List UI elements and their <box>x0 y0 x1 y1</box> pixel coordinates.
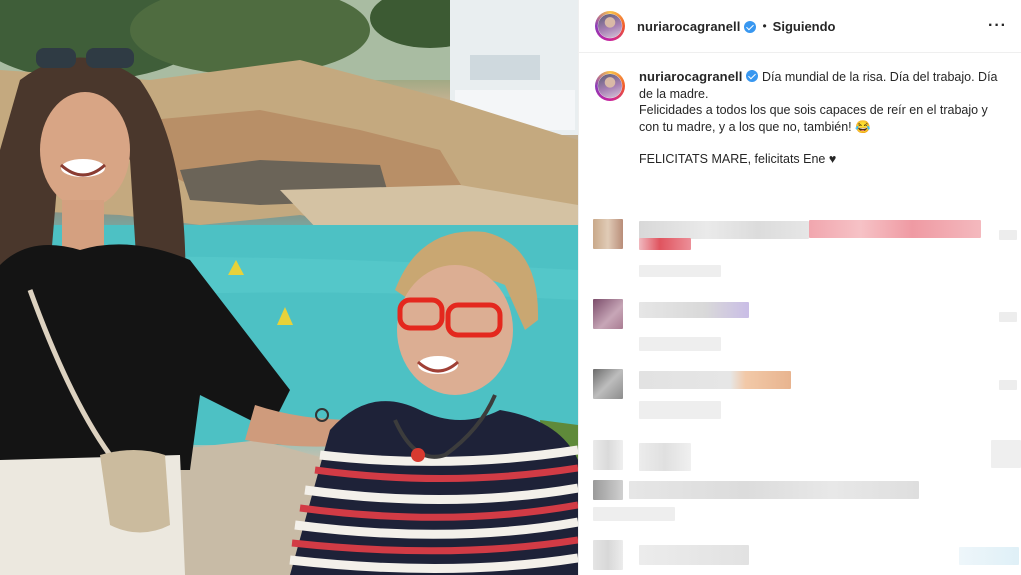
blurred-like-icon <box>991 440 1021 468</box>
post-sidebar: nuriarocagranell • Siguiendo ··· nuriaro… <box>578 0 1021 575</box>
blurred-avatar <box>593 299 623 329</box>
post-caption: nuriarocagranell Día mundial de la risa.… <box>579 53 1021 168</box>
separator-dot: • <box>762 19 767 33</box>
post-photo <box>0 0 578 575</box>
more-options-icon[interactable]: ··· <box>988 17 1007 35</box>
blurred-comment-text <box>639 371 791 389</box>
blurred-comment-text <box>639 238 691 250</box>
blurred-meta <box>593 507 675 521</box>
blurred-meta <box>639 265 721 277</box>
caption-text: nuriarocagranell Día mundial de la risa.… <box>639 69 1007 168</box>
blurred-comment-text <box>639 221 809 239</box>
blurred-comment-text <box>639 443 691 471</box>
blurred-avatar <box>593 219 623 249</box>
post-header: nuriarocagranell • Siguiendo ··· <box>579 0 1021 53</box>
blurred-comment-text <box>629 481 919 499</box>
blurred-avatar <box>593 369 623 399</box>
author-avatar[interactable] <box>595 11 625 41</box>
blurred-avatar <box>593 440 623 470</box>
author-username[interactable]: nuriarocagranell <box>637 19 740 34</box>
caption-username[interactable]: nuriarocagranell <box>639 69 742 84</box>
blurred-like-icon <box>999 380 1017 390</box>
blurred-comment-text <box>639 545 749 565</box>
caption-line-2: Felicidades a todos los que sois capaces… <box>639 103 988 134</box>
verified-badge-icon <box>744 21 757 33</box>
post-photo-illustration <box>0 0 578 575</box>
blurred-like-icon <box>999 312 1017 322</box>
caption-author-avatar[interactable] <box>595 71 625 101</box>
caption-line-3: FELICITATS MARE, felicitats Ene ♥ <box>639 152 837 166</box>
caption-verified-badge-icon <box>746 70 759 82</box>
blurred-avatar <box>593 540 623 570</box>
blurred-avatar <box>593 480 623 500</box>
blurred-comment-text <box>639 302 749 318</box>
following-button[interactable]: Siguiendo <box>773 19 836 34</box>
blurred-like-icon <box>999 230 1017 240</box>
blurred-comment-text <box>809 220 981 238</box>
blurred-meta <box>639 337 721 351</box>
blurred-like-icon <box>959 547 1019 565</box>
blurred-meta <box>639 401 721 419</box>
